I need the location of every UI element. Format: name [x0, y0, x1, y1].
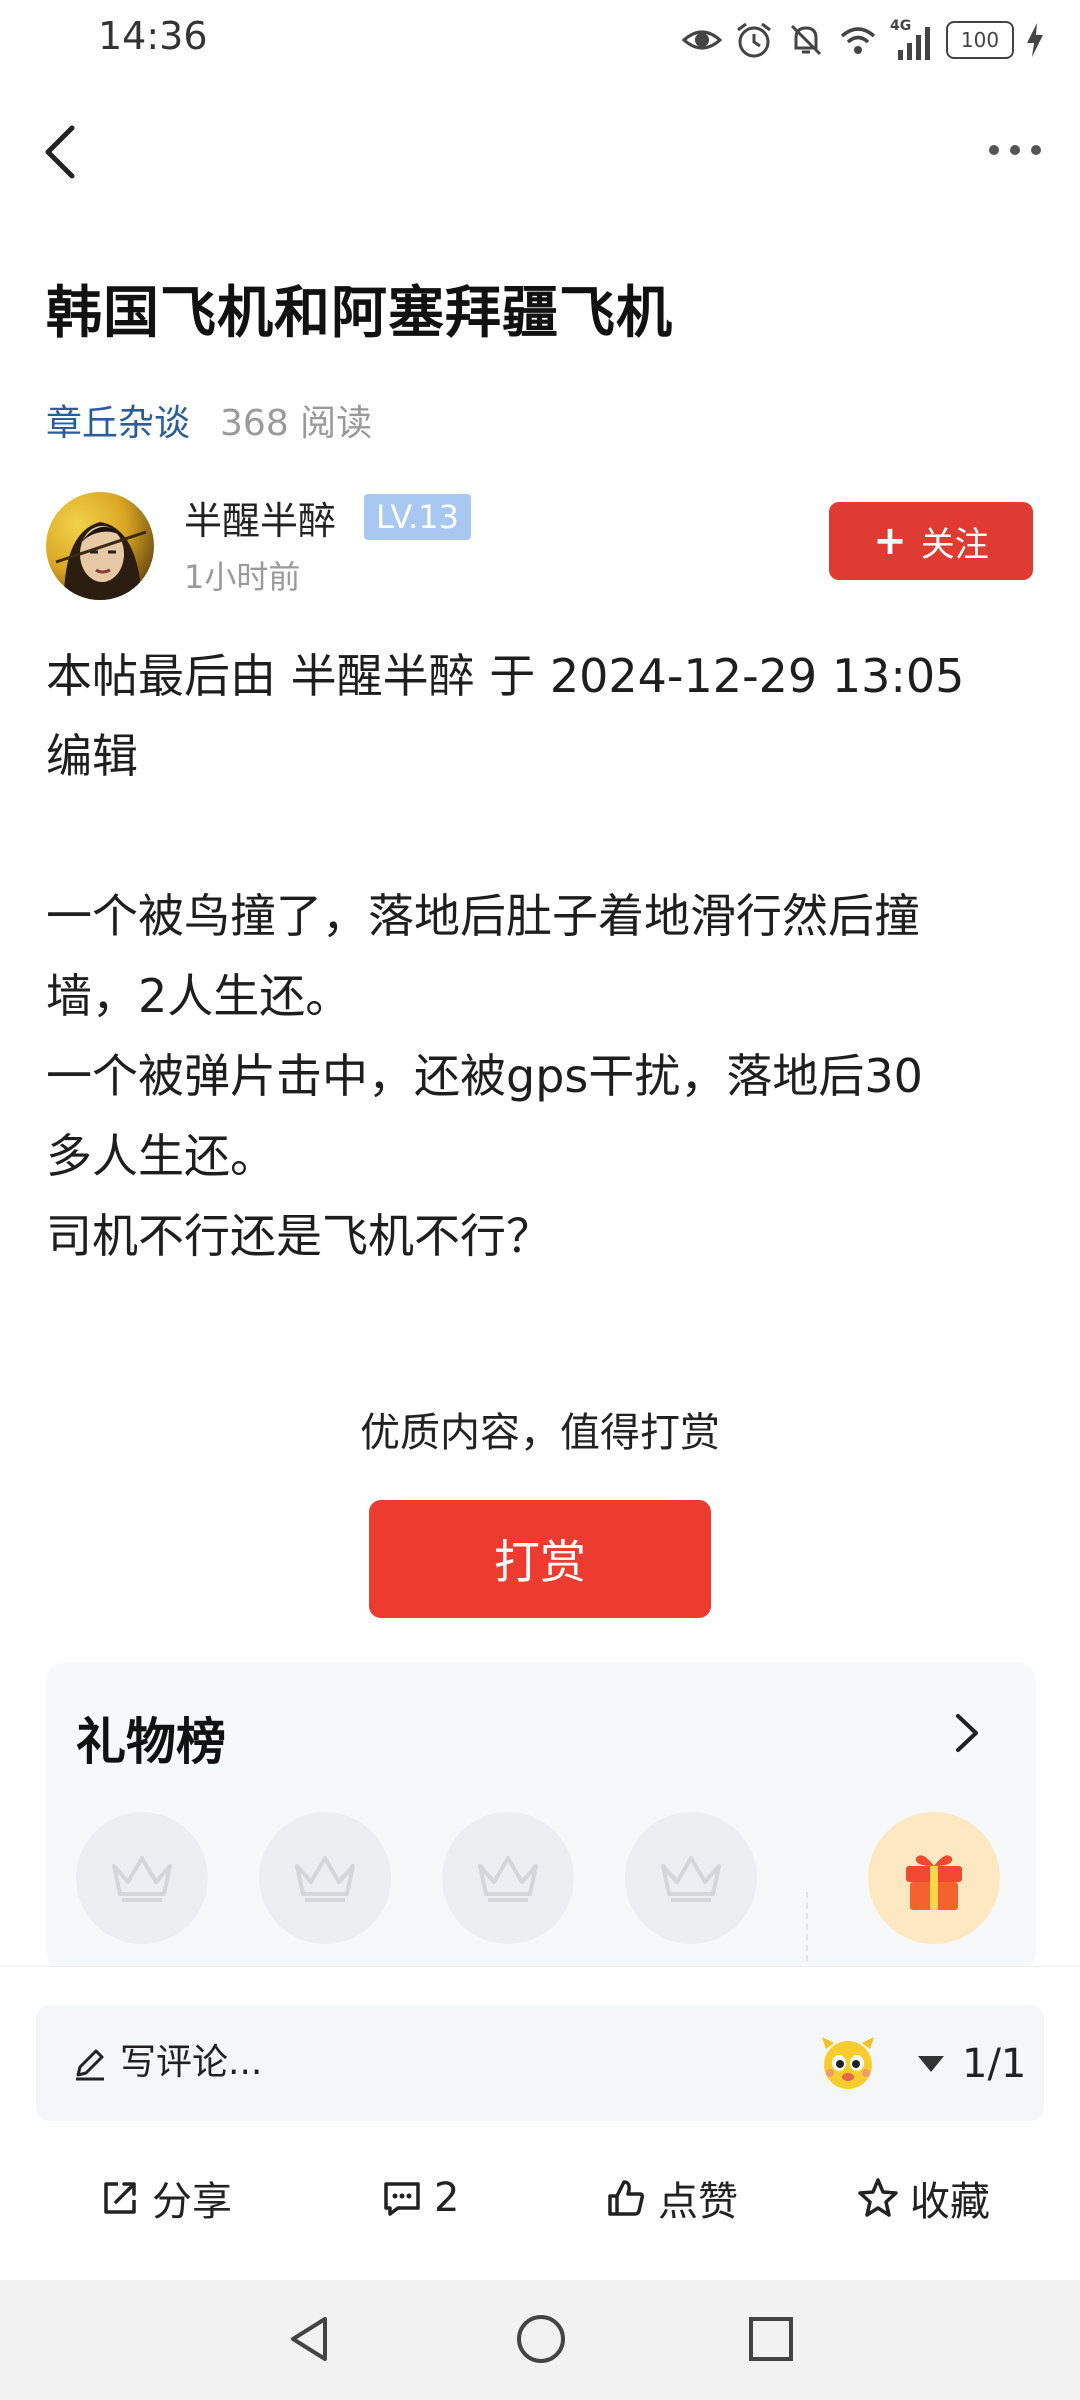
gift-board: 礼物榜 虚位以待 虚位以待 虚位以待 虚位以待 [46, 1662, 1036, 1972]
thumbs-up-icon [608, 2180, 644, 2216]
level-badge: LV.13 [364, 494, 471, 540]
category-link[interactable]: 章丘杂谈 [46, 394, 190, 446]
comment-placeholder: 写评论... [120, 2042, 263, 2083]
nav-home-button[interactable] [506, 2304, 576, 2374]
status-bar: 14:36 4G 100 [0, 0, 1080, 80]
edit-note-line: 本帖最后由 半醒半醉 于 2024-12-29 13:05 [46, 649, 965, 703]
author-name[interactable]: 半醒半醉 [184, 490, 336, 545]
read-count: 368 阅读 [220, 403, 373, 444]
page-indicator-text: 1/1 [962, 2041, 1027, 2087]
gift-icon [906, 1855, 962, 1910]
star-icon [858, 2178, 898, 2217]
body-line: 多人生还。 [46, 1129, 276, 1183]
bottom-panel: 写评论... 1/1 分享 2 点赞 收藏 [0, 1966, 1080, 2281]
gift-slot[interactable] [625, 1812, 757, 1944]
gift-divider [806, 1892, 808, 1972]
body-line: 司机不行还是飞机不行？ [46, 1209, 552, 1263]
favorite-label: 收藏 [910, 2179, 990, 2225]
post-body: 本帖最后由 半醒半醉 于 2024-12-29 13:05 编辑 一个被鸟撞了，… [46, 636, 1036, 1276]
send-gift-button[interactable] [868, 1812, 1000, 1944]
circle-home-icon [517, 2315, 565, 2363]
crown-icon [112, 1856, 172, 1902]
comment-input[interactable]: 写评论... 1/1 [36, 2005, 1044, 2121]
post-meta: 章丘杂谈 368 阅读 [46, 394, 372, 446]
share-icon [104, 2182, 136, 2214]
mute-icon [790, 24, 822, 56]
nav-recents-button[interactable] [736, 2304, 806, 2374]
share-label: 分享 [152, 2179, 232, 2225]
plus-icon: + [873, 518, 907, 564]
alarm-icon [737, 22, 771, 58]
like-label: 点赞 [658, 2179, 738, 2225]
status-time: 14:36 [98, 14, 208, 58]
share-button[interactable]: 分享 [98, 2163, 232, 2233]
reward-hint: 优质内容，值得打赏 [360, 1410, 720, 1456]
author-avatar[interactable] [46, 492, 154, 600]
favorite-button[interactable]: 收藏 [856, 2163, 990, 2233]
gift-board-title: 礼物榜 [76, 1713, 226, 1771]
emoji-button[interactable] [816, 2031, 880, 2095]
body-line: 墙，2人生还。 [46, 969, 352, 1023]
follow-button[interactable]: + 关注 [829, 502, 1033, 580]
emoji-icon [822, 2037, 874, 2089]
edit-note-line: 编辑 [46, 729, 138, 783]
crown-icon [661, 1856, 721, 1902]
body-line: 一个被弹片击中，还被gps干扰，落地后30 [46, 1049, 923, 1103]
signal-icon: 4G [890, 18, 934, 60]
comments-count: 2 [434, 2175, 460, 2221]
post-time: 1小时前 [184, 558, 301, 596]
comments-button[interactable]: 2 [380, 2163, 459, 2233]
chevron-left-icon [45, 125, 75, 179]
square-recents-icon [749, 2317, 793, 2361]
system-nav-bar [0, 2280, 1080, 2400]
battery-icon: 100 [946, 21, 1014, 59]
triangle-back-icon [291, 2317, 327, 2361]
crown-icon [295, 1856, 355, 1902]
back-button[interactable] [30, 112, 90, 192]
gift-slot[interactable] [76, 1812, 208, 1944]
pen-icon [76, 2049, 104, 2081]
more-button[interactable] [980, 120, 1050, 180]
follow-label: 关注 [920, 524, 989, 565]
like-button[interactable]: 点赞 [604, 2163, 738, 2233]
post-title: 韩国飞机和阿塞拜疆飞机 [46, 281, 673, 346]
comment-icon [384, 2182, 420, 2216]
body-line: 一个被鸟撞了，落地后肚子着地滑行然后撞 [46, 889, 920, 943]
status-icons: 4G 100 [682, 16, 1044, 64]
eye-icon [682, 30, 722, 50]
caret-down-icon [918, 2056, 944, 2072]
chevron-right-icon[interactable] [946, 1708, 986, 1758]
action-bar: 分享 2 点赞 收藏 [0, 2143, 1080, 2253]
charging-icon [1027, 23, 1043, 57]
page-indicator[interactable]: 1/1 [916, 2041, 1026, 2087]
avatar-image [46, 492, 154, 600]
wifi-icon [840, 27, 876, 54]
reward-button[interactable]: 打赏 [369, 1500, 711, 1618]
gift-slot[interactable] [442, 1812, 574, 1944]
gift-slot[interactable] [259, 1812, 391, 1944]
more-dots-icon [989, 145, 1041, 155]
nav-back-button[interactable] [274, 2304, 344, 2374]
crown-icon [478, 1856, 538, 1902]
